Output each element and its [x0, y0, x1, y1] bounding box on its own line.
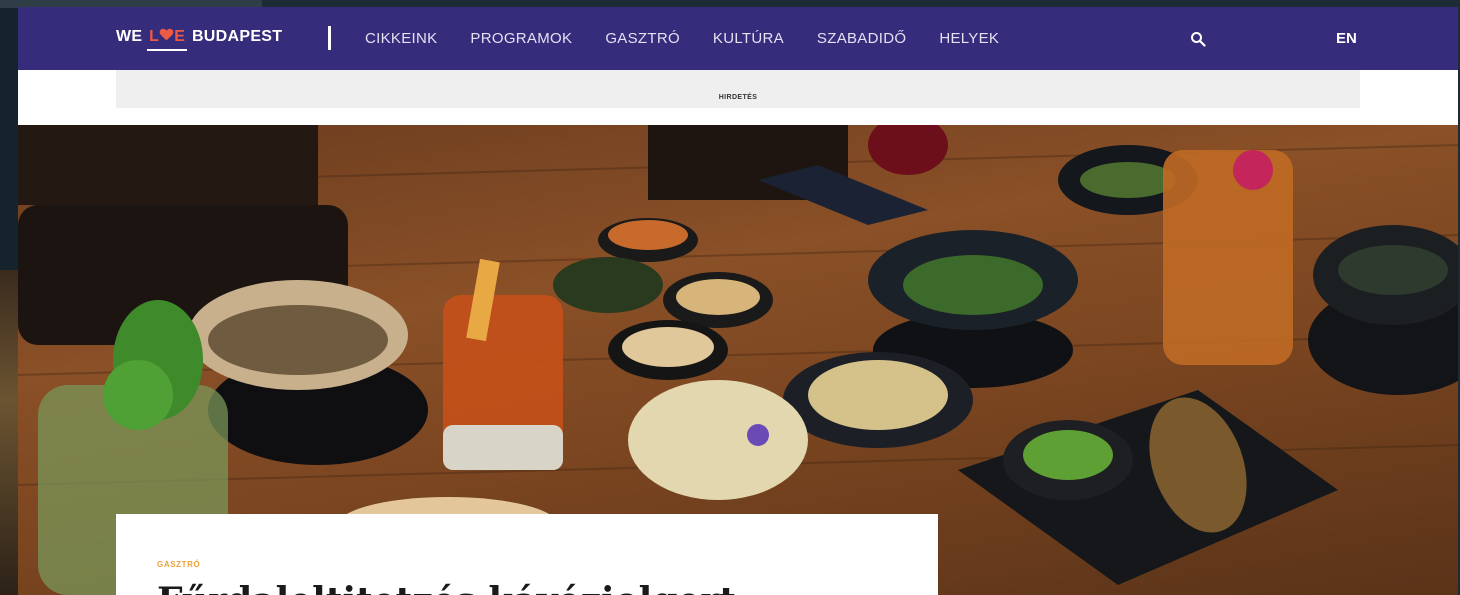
main-menu: CIKKEINK PROGRAMOK GASZTRÓ KULTÚRA SZABA… [365, 7, 1032, 70]
logo-divider [328, 26, 331, 50]
menu-item-programok[interactable]: PROGRAMOK [470, 30, 572, 47]
ad-label: HIRDETÉS [718, 94, 758, 101]
menu-item-cikkeink[interactable]: CIKKEINK [365, 30, 437, 47]
ad-banner: HIRDETÉS [116, 70, 1360, 108]
site-logo[interactable]: WE LE BUDAPEST [116, 28, 282, 46]
menu-item-szabadido[interactable]: SZABADIDŐ [817, 30, 906, 47]
heart-icon [160, 29, 173, 42]
article-title[interactable]: Fűrdaleltitetzés kávéziolgert [157, 580, 736, 595]
menu-item-kultura[interactable]: KULTÚRA [713, 30, 784, 47]
top-navigation: WE LE BUDAPEST CIKKEINK PROGRAMOK GASZTR… [18, 7, 1458, 70]
logo-love-e: E [174, 28, 186, 45]
language-switch[interactable]: EN [1336, 30, 1357, 47]
web-page: WE LE BUDAPEST CIKKEINK PROGRAMOK GASZTR… [18, 7, 1458, 595]
logo-love: LE [147, 28, 187, 45]
search-icon[interactable] [1190, 31, 1206, 47]
background-image-strip [0, 270, 18, 595]
menu-item-gasztro[interactable]: GASZTRÓ [605, 30, 680, 47]
article-card[interactable]: GASZTRÓ Fűrdaleltitetzés kávéziolgert [116, 514, 938, 595]
article-category[interactable]: GASZTRÓ [157, 560, 200, 569]
menu-item-helyek[interactable]: HELYEK [939, 30, 999, 47]
logo-budapest: BUDAPEST [191, 28, 283, 45]
logo-love-l: L [149, 28, 160, 45]
logo-we: WE [116, 28, 143, 45]
